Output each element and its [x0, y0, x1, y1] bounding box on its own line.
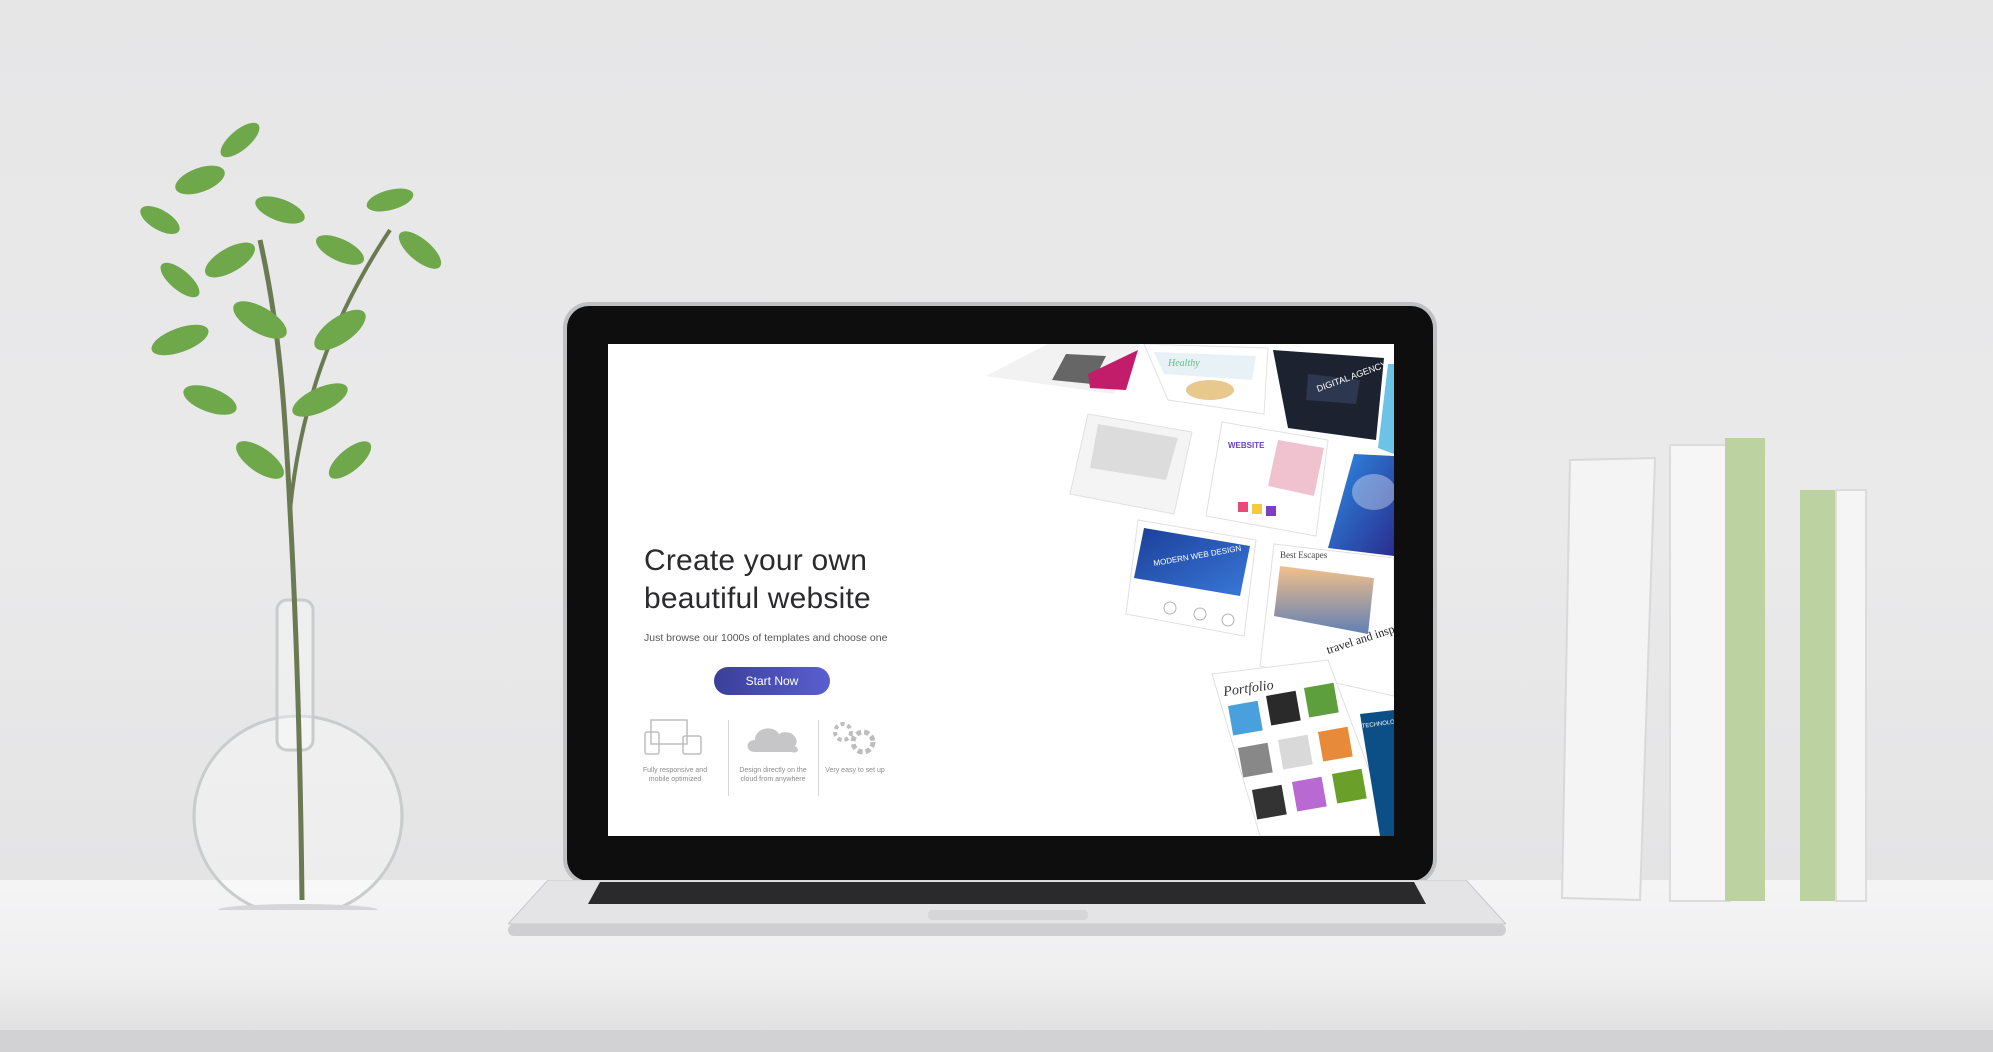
template-card-jellyfish	[1328, 454, 1394, 556]
best-escapes-label: Best Escapes	[1280, 550, 1328, 560]
feature-divider	[728, 720, 729, 796]
devices-icon	[634, 716, 716, 760]
books-stack	[1560, 430, 1880, 910]
feature-responsive: Fully responsive and mobile optimized	[634, 716, 716, 784]
feature-label: Design directly on the cloud from anywhe…	[739, 767, 807, 783]
template-collage: Healthy DIGITAL AGENCY WEBSITE MODERN WE…	[808, 344, 1394, 836]
healthy-label: Healthy	[1167, 358, 1200, 369]
feature-cloud: Design directly on the cloud from anywhe…	[732, 716, 814, 784]
laptop-screen: Create your own beautiful website Just b…	[608, 344, 1394, 836]
template-card-healthy: Healthy	[1143, 344, 1269, 415]
template-card-modern-web-design: MODERN WEB DESIGN	[1125, 519, 1257, 637]
template-card-website: WEBSITE	[1205, 421, 1329, 537]
laptop-keyboard-base	[506, 879, 1508, 938]
cloud-icon	[732, 716, 814, 760]
website-label: WEBSITE	[1228, 441, 1265, 450]
template-card-interior	[1069, 413, 1193, 515]
template-card-digital-agency: DIGITAL AGENCY	[1273, 350, 1388, 440]
desk-edge	[0, 1030, 1993, 1052]
feature-label: Fully responsive and mobile optimized	[642, 767, 708, 783]
template-card-gallery	[986, 344, 1140, 394]
plant-vase	[90, 80, 470, 918]
